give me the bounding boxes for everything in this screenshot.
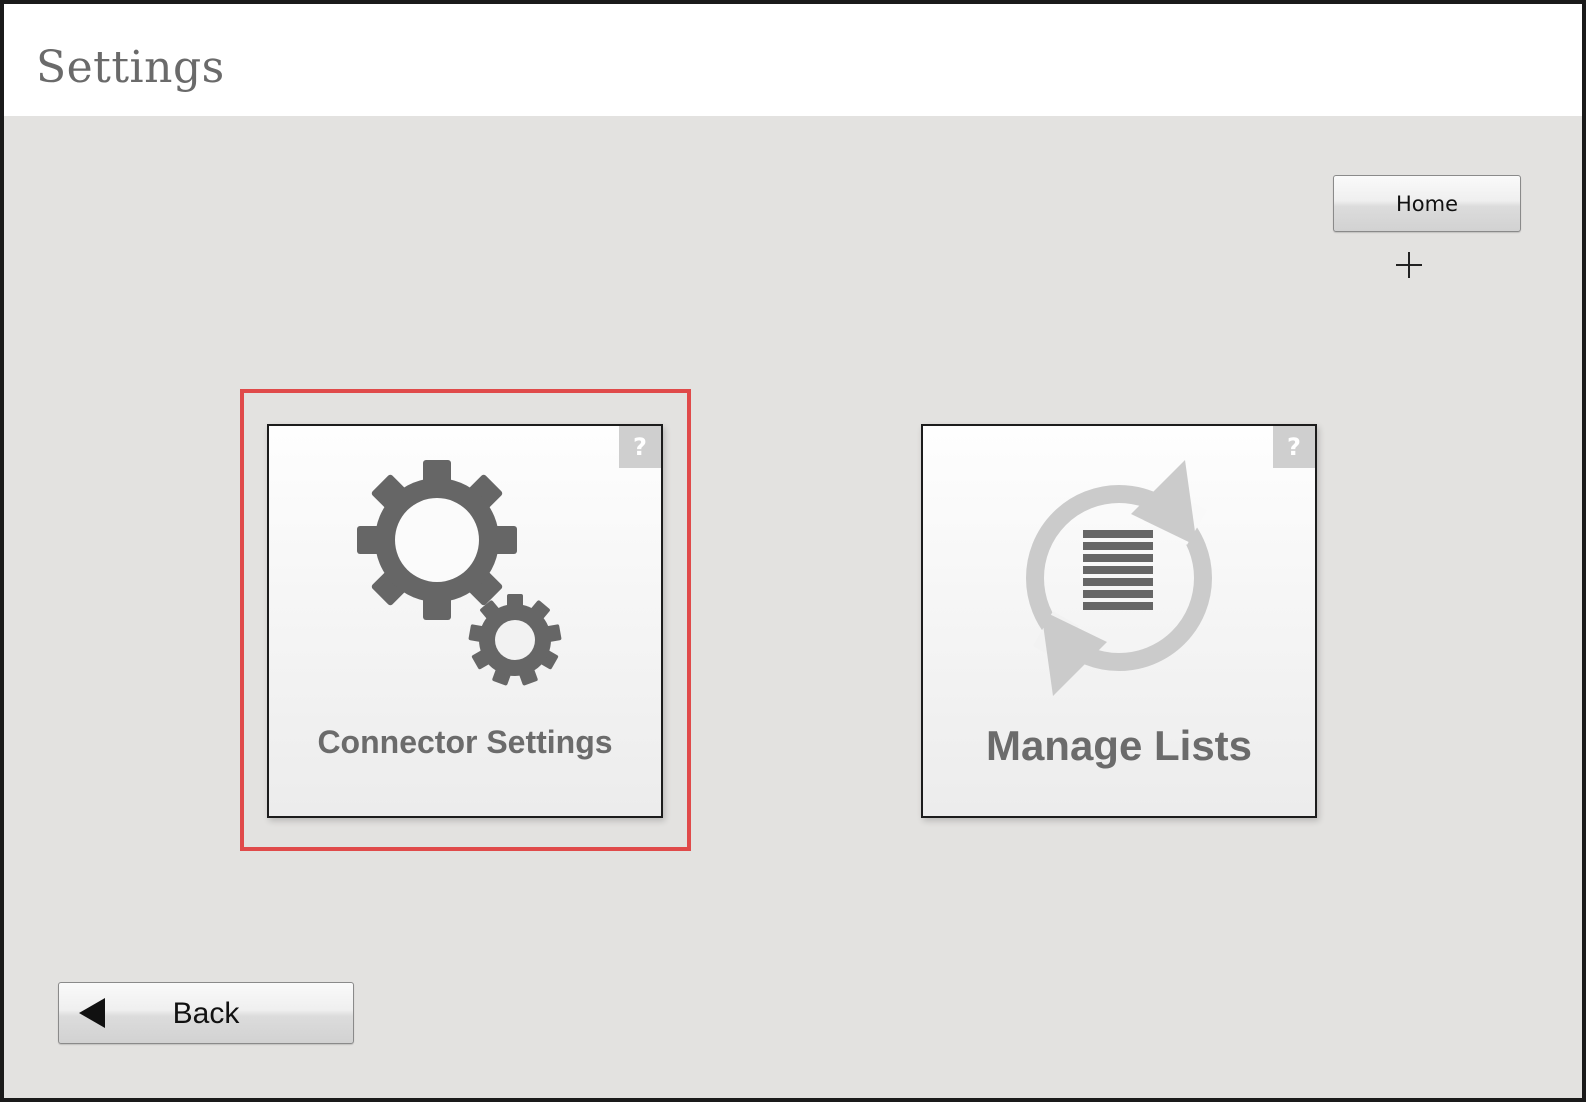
crosshair-cursor-icon bbox=[1396, 252, 1422, 278]
header-bar: Settings bbox=[4, 4, 1582, 116]
home-button[interactable]: Home bbox=[1333, 175, 1521, 232]
connector-settings-tile[interactable]: ? Connector Settings bbox=[267, 424, 663, 818]
connector-settings-label: Connector Settings bbox=[317, 724, 613, 760]
connector-settings-help-button[interactable]: ? bbox=[619, 426, 661, 468]
gears-icon bbox=[357, 460, 562, 686]
page-title: Settings bbox=[36, 42, 225, 93]
manage-lists-tile[interactable]: ? Manage Lists bbox=[921, 424, 1317, 818]
back-button-label: Back bbox=[172, 997, 240, 1030]
list-sync-icon bbox=[1026, 460, 1212, 696]
manage-lists-help-button[interactable]: ? bbox=[1273, 426, 1315, 468]
manage-lists-label: Manage Lists bbox=[985, 722, 1253, 769]
settings-window: Settings Home ? Connector Settings ? Man… bbox=[0, 0, 1586, 1102]
back-button[interactable]: Back bbox=[58, 982, 354, 1044]
